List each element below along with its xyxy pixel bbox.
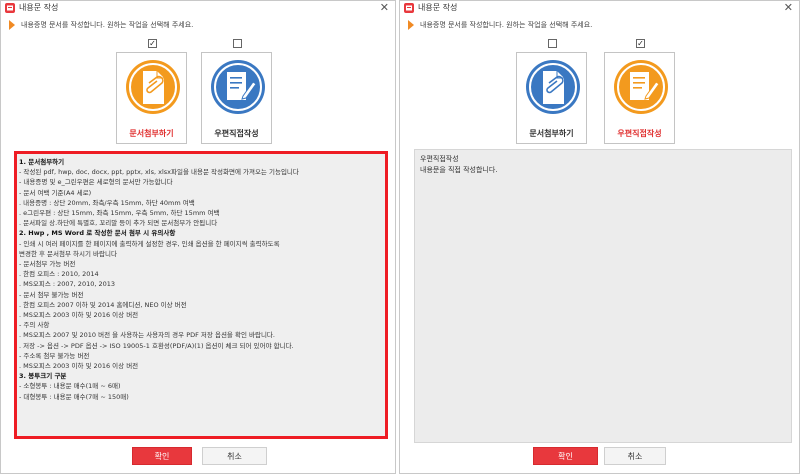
- info-heading: 1. 문서첨부하기: [19, 158, 65, 166]
- close-button[interactable]: ✕: [380, 1, 389, 14]
- info-line: - 인쇄 시 여러 페이지를 한 페이지에 출력하게 설정한 경우, 인쇄 옵션…: [19, 239, 280, 248]
- direct-checkbox[interactable]: [233, 39, 242, 48]
- document-clip-icon: [126, 60, 180, 114]
- window-title: 내용문 작성: [19, 3, 59, 12]
- info-heading: 2. Hwp , MS Word 로 작성한 문서 첨부 시 유의사항: [19, 229, 176, 238]
- close-button[interactable]: ✕: [784, 1, 793, 14]
- info-line: - 문서 여백 기준(A4 세로): [19, 188, 92, 197]
- attach-info-panel: 1. 문서첨부하기 - 작성된 pdf, hwp, doc, docx, ppt…: [14, 151, 388, 439]
- app-logo-icon: [404, 3, 414, 13]
- info-line: . 내용증명 : 상단 20mm, 좌측/우측 15mm, 하단 40mm 여백: [19, 198, 195, 207]
- info-line: 변경한 후 문서첨부 하시기 바랍니다: [19, 249, 117, 258]
- document-clip-icon: [526, 60, 580, 114]
- info-line: - 문서첨부 가능 버전: [19, 260, 76, 269]
- info-line: - 주소록 첨부 불가능 버전: [19, 351, 90, 360]
- instruction-label: 내용증명 문서를 작성합니다. 원하는 작업을 선택해 주세요.: [21, 21, 194, 29]
- direct-info-panel: 우편직접작성내용문을 직접 작성합니다.: [414, 149, 792, 443]
- attach-option-label: 문서첨부하기: [529, 129, 574, 138]
- info-line: - 소형봉투 : 내용문 매수(1매 ~ 6매): [19, 382, 121, 391]
- title-bar: 내용문 작성 ✕: [1, 1, 395, 15]
- direct-write-option[interactable]: 우편직접작성: [201, 52, 272, 144]
- info-line: 내용문을 직접 작성합니다.: [420, 166, 498, 174]
- info-line: . MS오피스 2003 이하 및 2016 이상 버전: [19, 311, 139, 320]
- info-line: 우편직접작성: [420, 155, 459, 163]
- direct-option-label: 우편직접작성: [214, 129, 259, 138]
- direct-write-option[interactable]: 우편직접작성: [604, 52, 675, 144]
- instruction-text: 내용증명 문서를 작성합니다. 원하는 작업을 선택해 주세요.: [408, 19, 592, 31]
- info-line: - 주의 사항: [19, 321, 50, 330]
- attach-checkbox[interactable]: [548, 39, 557, 48]
- info-line: - 문서 첨부 불가능 버전: [19, 290, 84, 299]
- window-title: 내용문 작성: [418, 3, 458, 12]
- attach-checkbox[interactable]: ✓: [148, 39, 157, 48]
- info-line: - 대형봉투 : 내용문 매수(7매 ~ 150매): [19, 392, 129, 401]
- cancel-button[interactable]: 취소: [202, 447, 267, 465]
- app-logo-icon: [5, 3, 15, 13]
- info-line: . 한컴 오피스 : 2010, 2014: [19, 270, 99, 279]
- info-line: . MS오피스 2003 이하 및 2016 이상 버전: [19, 362, 139, 371]
- confirm-button[interactable]: 확인: [132, 447, 192, 465]
- direct-option-label: 우편직접작성: [617, 129, 662, 138]
- info-line: - 내용증명 및 e_그린우편은 세로형의 문서만 가능합니다: [19, 178, 173, 187]
- cancel-button[interactable]: 취소: [604, 447, 666, 465]
- info-line: . 한컴 오피스 2007 이하 및 2014 홈에디션, NEO 이상 버전: [19, 300, 187, 309]
- title-bar: 내용문 작성 ✕: [400, 1, 799, 15]
- info-line: . e그린우편 : 상단 15mm, 좌측 15mm, 우측 5mm, 하단 1…: [19, 209, 220, 218]
- attach-document-option[interactable]: 문서첨부하기: [516, 52, 587, 144]
- info-line: . MS오피스 : 2007, 2010, 2013: [19, 280, 116, 289]
- direct-checkbox[interactable]: ✓: [636, 39, 645, 48]
- edit-document-icon: [614, 60, 668, 114]
- info-line: . MS오피스 2007 및 2010 버전 을 사용하는 사용자의 경우 PD…: [19, 331, 275, 340]
- arrow-right-icon: [9, 20, 15, 30]
- info-heading: 3. 봉투크기 구분: [19, 372, 67, 381]
- info-line: . 문서파일 상.하단에 특별호, 꼬리말 등이 추가 되면 문서첨부가 안됩니…: [19, 219, 218, 228]
- instruction-label: 내용증명 문서를 작성합니다. 원하는 작업을 선택해 주세요.: [420, 21, 593, 29]
- attach-option-label: 문서첨부하기: [129, 129, 174, 138]
- info-line: . 저장 -> 옵션 -> PDF 옵션 -> ISO 19005-1 호환성(…: [19, 341, 294, 350]
- right-dialog-window: 내용문 작성 ✕ 내용증명 문서를 작성합니다. 원하는 작업을 선택해 주세요…: [399, 0, 800, 474]
- left-dialog-window: 내용문 작성 ✕ 내용증명 문서를 작성합니다. 원하는 작업을 선택해 주세요…: [0, 0, 396, 474]
- instruction-text: 내용증명 문서를 작성합니다. 원하는 작업을 선택해 주세요.: [9, 19, 193, 31]
- confirm-button[interactable]: 확인: [533, 447, 598, 465]
- arrow-right-icon: [408, 20, 414, 30]
- edit-document-icon: [211, 60, 265, 114]
- info-line: - 작성된 pdf, hwp, doc, docx, ppt, pptx, xl…: [19, 168, 299, 177]
- attach-document-option[interactable]: 문서첨부하기: [116, 52, 187, 144]
